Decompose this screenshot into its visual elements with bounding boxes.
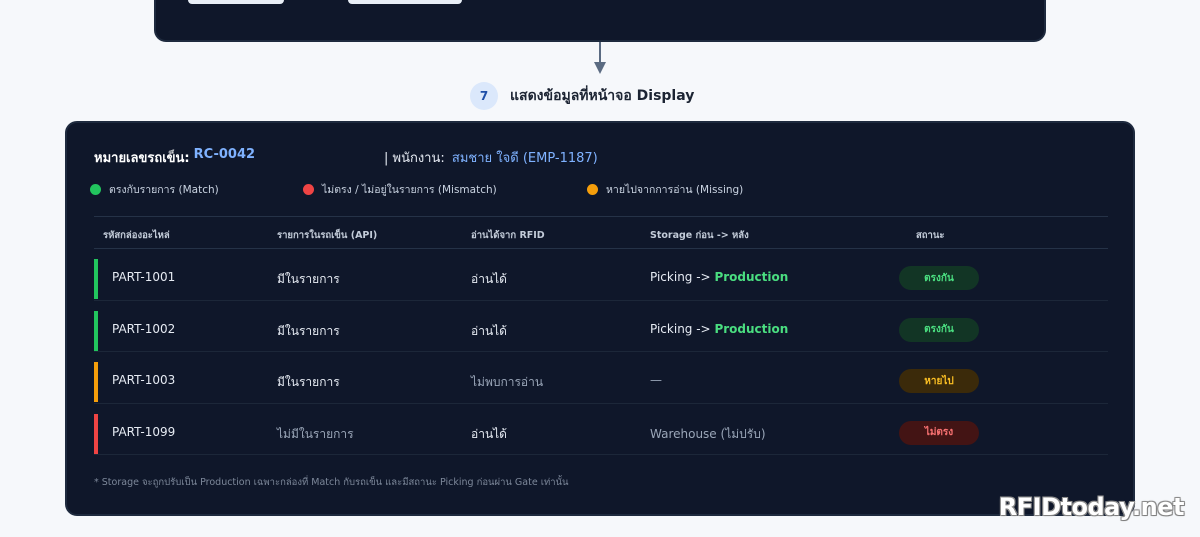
employee-info: | พนักงาน: สมชาย ใจดี (EMP-1187) [384, 147, 598, 168]
table-row[interactable]: PART-1099 ไม่มีในรายการ อ่านได้ Warehous… [94, 404, 1108, 455]
previous-step-panel [154, 0, 1046, 42]
row-status-bar [94, 362, 98, 402]
watermark-logo: RFIDtoday.net [998, 493, 1185, 521]
storage-change: Picking -> Production [650, 270, 788, 284]
legend-label: หายไปจากการอ่าน (Missing) [606, 184, 744, 196]
status-badge: หายไป [899, 369, 979, 393]
column-header-storage: Storage ก่อน -> หลัง [650, 230, 749, 241]
footnote: * Storage จะถูกปรับเป็น Production เฉพาะ… [94, 477, 569, 488]
status-legend: ตรงกับรายการ (Match) ไม่ตรง / ไม่อยู่ในร… [90, 181, 1110, 197]
table-row[interactable]: PART-1001 มีในรายการ อ่านได้ Picking -> … [94, 249, 1108, 301]
column-header-status: สถานะ [916, 230, 945, 241]
storage-change: Warehouse (ไม่ปรับ) [650, 426, 766, 441]
step-number-badge: 7 [470, 82, 498, 110]
storage-from: Picking -> [650, 321, 715, 336]
legend-item-missing: หายไปจากการอ่าน (Missing) [587, 181, 743, 198]
match-dot-icon [90, 184, 101, 195]
rfid-status: อ่านได้ [471, 272, 507, 286]
employee-label: | พนักงาน: [384, 151, 445, 166]
display-panel: หมายเลขรถเข็น: RC-0042 | พนักงาน: สมชาย … [65, 121, 1135, 516]
status-badge: ตรงกัน [899, 266, 979, 290]
part-code: PART-1099 [112, 424, 176, 439]
status-badge: ตรงกัน [899, 317, 979, 342]
truck-id: RC-0042 [193, 147, 256, 162]
status-badge: ไม่ตรง [899, 420, 979, 445]
flow-arrow-down-icon [594, 62, 606, 74]
storage-to: Production [714, 321, 789, 336]
row-status-bar [94, 310, 98, 351]
api-status: ไม่มีในรายการ [277, 426, 354, 441]
storage-change: Picking -> Production [650, 322, 788, 336]
column-header-part: รหัสกล่องอะไหล่ [103, 230, 170, 241]
step-title: แสดงข้อมูลที่หน้าจอ Display [510, 88, 695, 104]
employee-value: สมชาย ใจดี (EMP-1187) [451, 151, 598, 166]
step-heading: 7 แสดงข้อมูลที่หน้าจอ Display [470, 82, 694, 110]
table-header: รหัสกล่องอะไหล่ รายการในรถเข็น (API) อ่า… [94, 216, 1108, 249]
part-code: PART-1002 [112, 321, 176, 336]
legend-label: ตรงกับรายการ (Match) [109, 184, 219, 196]
api-status: มีในรายการ [277, 375, 340, 389]
parts-table: รหัสกล่องอะไหล่ รายการในรถเข็น (API) อ่า… [94, 216, 1108, 455]
table-row[interactable]: PART-1003 มีในรายการ ไม่พบการอ่าน — หายไ… [94, 352, 1108, 404]
row-status-bar [94, 259, 98, 299]
legend-item-mismatch: ไม่ตรง / ไม่อยู่ในรายการ (Mismatch) [303, 181, 497, 198]
rfid-status: ไม่พบการอ่าน [471, 375, 544, 389]
api-status: มีในรายการ [277, 272, 340, 286]
legend-item-match: ตรงกับรายการ (Match) [90, 181, 219, 198]
column-header-api: รายการในรถเข็น (API) [277, 230, 378, 241]
api-status: มีในรายการ [277, 323, 340, 338]
truck-label: หมายเลขรถเข็น: [94, 151, 190, 166]
storage-to: Production [714, 270, 789, 284]
missing-dot-icon [587, 184, 598, 195]
part-code: PART-1001 [112, 270, 176, 284]
rfid-status: อ่านได้ [471, 426, 507, 441]
mismatch-dot-icon [303, 184, 314, 195]
previous-step-button-right[interactable] [348, 0, 462, 4]
column-header-rfid: อ่านได้จาก RFID [471, 230, 545, 241]
table-row[interactable]: PART-1002 มีในรายการ อ่านได้ Picking -> … [94, 301, 1108, 352]
storage-from: Picking -> [650, 270, 715, 284]
rfid-status: อ่านได้ [471, 323, 507, 338]
legend-label: ไม่ตรง / ไม่อยู่ในรายการ (Mismatch) [322, 184, 497, 196]
previous-step-button-left[interactable] [188, 0, 284, 4]
row-status-bar [94, 413, 98, 454]
truck-info: หมายเลขรถเข็น: RC-0042 [94, 147, 255, 168]
part-code: PART-1003 [112, 373, 176, 387]
storage-change: — [650, 373, 662, 387]
flow-arrow-line [599, 42, 601, 64]
